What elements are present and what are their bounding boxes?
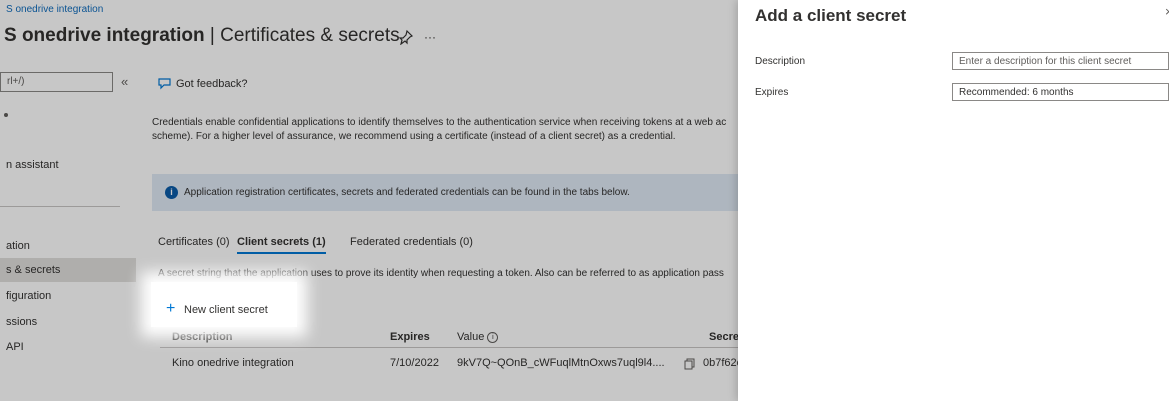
sidebar-item-registration[interactable]: ation xyxy=(6,240,30,252)
info-banner-text: Application registration certificates, s… xyxy=(184,187,630,198)
sidebar-search-input[interactable]: rl+/) xyxy=(0,72,113,92)
copy-icon[interactable] xyxy=(684,357,696,370)
table-header-description: Description xyxy=(172,331,233,343)
more-options-icon[interactable]: ··· xyxy=(424,30,436,44)
sidebar-item-permissions[interactable]: ssions xyxy=(6,316,37,328)
info-icon: i xyxy=(165,186,178,199)
feedback-icon[interactable] xyxy=(158,77,172,91)
collapse-sidebar-icon[interactable]: « xyxy=(121,74,128,89)
table-header-divider xyxy=(160,347,738,348)
page-title-app: S onedrive integration xyxy=(4,25,205,46)
description-label: Description xyxy=(755,56,806,67)
sidebar-dot xyxy=(4,113,8,117)
description-line-1: Credentials enable confidential applicat… xyxy=(152,117,727,128)
panel-title: Add a client secret xyxy=(755,6,907,25)
table-header-expires: Expires xyxy=(390,331,430,343)
feedback-link[interactable]: Got feedback? xyxy=(176,78,248,90)
description-input[interactable]: Enter a description for this client secr… xyxy=(952,52,1169,70)
table-cell-value: 9kV7Q~QOnB_cWFuqlMtnOxws7uql9l4.... xyxy=(457,357,665,369)
sidebar-divider xyxy=(0,206,120,207)
tab-description: A secret string that the application use… xyxy=(158,268,724,279)
breadcrumb[interactable]: S onedrive integration xyxy=(6,4,103,15)
description-line-2: scheme). For a higher level of assurance… xyxy=(152,131,676,142)
table-cell-expires: 7/10/2022 xyxy=(390,357,439,369)
page-title: S onedrive integration | Certificates & … xyxy=(4,25,400,47)
sidebar-item-certificates-secrets[interactable]: s & secrets xyxy=(6,264,60,276)
sidebar-item-api[interactable]: API xyxy=(6,341,24,353)
tab-federated-credentials[interactable]: Federated credentials (0) xyxy=(350,236,473,248)
close-icon[interactable]: × xyxy=(1165,4,1169,19)
table-header-value-label: Value xyxy=(457,331,485,343)
table-cell-description: Kino onedrive integration xyxy=(172,357,294,369)
expires-select[interactable]: Recommended: 6 months xyxy=(952,83,1169,101)
new-client-secret-button[interactable]: New client secret xyxy=(184,304,268,316)
info-circle-icon[interactable]: i xyxy=(487,331,499,343)
tab-client-secrets[interactable]: Client secrets (1) xyxy=(237,236,326,254)
tab-certificates[interactable]: Certificates (0) xyxy=(158,236,230,248)
table-cell-secret: 0b7f62c xyxy=(703,357,743,369)
info-banner: i Application registration certificates,… xyxy=(152,174,738,211)
sidebar-item-assistant[interactable]: n assistant xyxy=(6,159,59,171)
pin-icon[interactable] xyxy=(398,29,414,46)
add-client-secret-panel: Add a client secret × Description Enter … xyxy=(738,0,1169,401)
expires-label: Expires xyxy=(755,87,789,98)
table-header-value: Value i xyxy=(457,331,499,343)
sidebar-item-configuration[interactable]: figuration xyxy=(6,290,51,302)
add-icon[interactable]: + xyxy=(166,301,175,317)
page-title-separator: | xyxy=(204,25,221,46)
page-title-section: Certificates & secrets xyxy=(220,25,400,46)
